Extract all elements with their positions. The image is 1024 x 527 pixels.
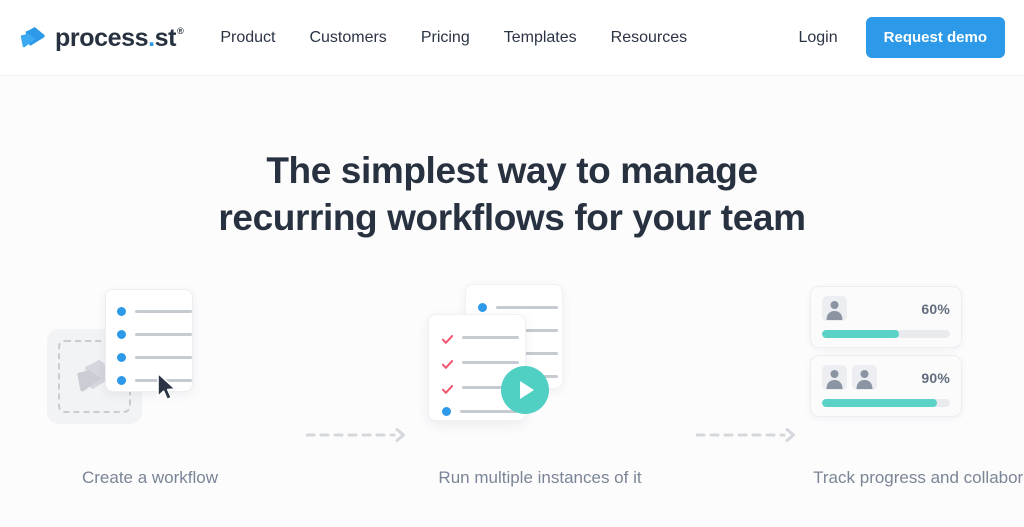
step-3-illustration: 60% 90% — [794, 276, 1024, 456]
step-run-instances: Run multiple instances of it — [404, 276, 676, 506]
step-1-illustration — [14, 276, 286, 456]
brand-logo-link[interactable]: process.st® — [18, 24, 184, 52]
step-1-caption: Create a workflow — [81, 468, 219, 487]
workflow-checklist-card — [105, 289, 193, 392]
steps-row: Create a workflow Run multiple instances… — [0, 276, 1024, 506]
placeholder-line — [496, 306, 558, 309]
brand-wordmark: process.st® — [55, 24, 184, 52]
nav-item-pricing[interactable]: Pricing — [421, 29, 470, 46]
process-st-logo-icon — [18, 24, 46, 52]
brand-name-part2: st — [154, 24, 177, 52]
site-header: process.st® Product Customers Pricing Te… — [0, 0, 1024, 76]
registered-mark: ® — [177, 25, 184, 36]
bullet-dot-icon — [478, 303, 487, 312]
step-track-progress: 60% 90% Track progress and collaborate — [794, 276, 1024, 506]
placeholder-line — [135, 333, 192, 336]
checklist-row — [117, 330, 192, 339]
progress-fill — [822, 330, 899, 338]
play-icon — [520, 381, 534, 399]
check-icon — [441, 332, 454, 344]
placeholder-line — [460, 410, 517, 413]
bullet-dot-icon — [117, 353, 126, 362]
play-button[interactable] — [501, 366, 549, 414]
placeholder-line — [135, 356, 192, 359]
progress-card-header: 60% — [822, 296, 950, 321]
placeholder-line — [135, 310, 192, 313]
checklist-row-done — [441, 357, 525, 369]
checklist-row-done — [441, 332, 525, 344]
placeholder-line — [462, 336, 519, 339]
page-title: The simplest way to manage recurring wor… — [218, 150, 806, 238]
avatar — [822, 365, 847, 390]
check-icon — [441, 357, 454, 369]
placeholder-line — [462, 361, 519, 364]
avatar-group — [822, 365, 877, 390]
brand-name-part1: process — [55, 24, 149, 52]
avatar — [852, 365, 877, 390]
bullet-dot-icon — [442, 407, 451, 416]
progress-track — [822, 330, 950, 338]
step-connector-1 — [286, 276, 405, 506]
header-actions: Login Request demo — [798, 17, 1005, 58]
progress-card: 90% — [810, 355, 962, 417]
step-connector-2 — [676, 276, 795, 506]
progress-fill — [822, 399, 938, 407]
check-icon — [441, 382, 454, 394]
checklist-row — [117, 353, 192, 362]
avatar-group — [822, 296, 847, 321]
progress-track — [822, 399, 950, 407]
mouse-cursor-icon — [156, 372, 179, 401]
bullet-dot-icon — [117, 330, 126, 339]
step-3-caption: Track progress and collaborate — [813, 468, 1024, 487]
request-demo-button[interactable]: Request demo — [865, 17, 1005, 58]
avatar — [822, 296, 847, 321]
step-create-workflow: Create a workflow — [14, 276, 286, 506]
nav-item-resources[interactable]: Resources — [611, 29, 687, 46]
progress-percent-label: 90% — [921, 369, 950, 386]
progress-card: 60% — [810, 286, 962, 348]
nav-item-customers[interactable]: Customers — [309, 29, 386, 46]
step-2-illustration — [404, 276, 676, 456]
progress-percent-label: 60% — [921, 300, 950, 317]
hero-section: The simplest way to manage recurring wor… — [0, 76, 1024, 527]
main-navigation: Product Customers Pricing Templates Reso… — [220, 29, 687, 46]
progress-card-header: 90% — [822, 365, 950, 390]
nav-item-templates[interactable]: Templates — [504, 29, 577, 46]
checklist-row — [478, 303, 562, 312]
checklist-row — [117, 376, 192, 385]
checklist-row — [117, 307, 192, 316]
nav-item-product[interactable]: Product — [220, 29, 275, 46]
bullet-dot-icon — [117, 307, 126, 316]
login-link[interactable]: Login — [798, 29, 837, 47]
step-2-caption: Run multiple instances of it — [438, 468, 642, 487]
bullet-dot-icon — [117, 376, 126, 385]
